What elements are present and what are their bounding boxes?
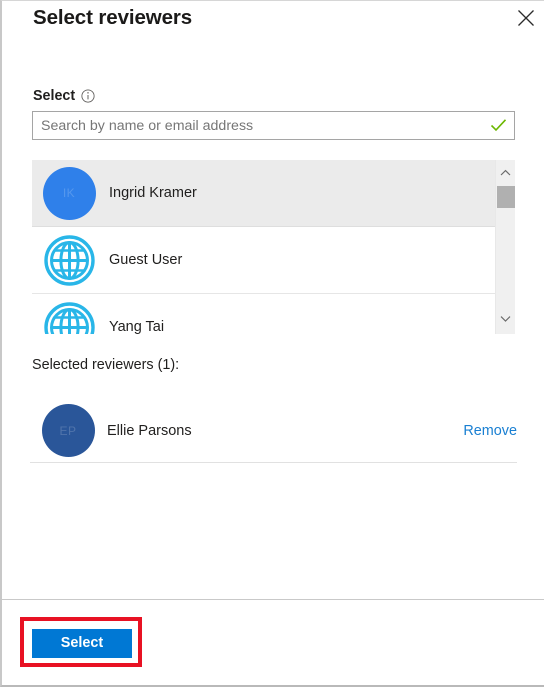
avatar-photo: EP xyxy=(41,404,95,457)
globe-icon xyxy=(43,301,95,334)
people-results-scrollarea: IK Ingrid Kramer Guest User Yang Tai xyxy=(32,160,495,334)
avatar xyxy=(32,301,106,334)
avatar: EP xyxy=(30,404,106,457)
avatar xyxy=(32,234,106,287)
list-item-label: Yang Tai xyxy=(109,319,165,334)
list-item-label: Guest User xyxy=(109,252,183,268)
search-box[interactable] xyxy=(32,111,515,140)
page-title: Select reviewers xyxy=(33,6,193,29)
scrollbar-thumb[interactable] xyxy=(497,186,515,208)
select-field-label: Select xyxy=(33,88,76,104)
chevron-down-icon[interactable] xyxy=(496,309,515,328)
check-icon xyxy=(490,119,507,132)
footer-divider xyxy=(2,599,544,600)
avatar: IK xyxy=(32,166,106,220)
select-field-label-row: Select xyxy=(33,87,95,105)
select-reviewers-panel: Select reviewers Select Search by name o… xyxy=(0,0,544,687)
avatar-photo: IK xyxy=(42,166,96,220)
results-scrollbar[interactable] xyxy=(495,160,515,334)
avatar-initials: EP xyxy=(59,423,77,438)
globe-icon xyxy=(43,234,95,286)
selected-reviewers-heading: Selected reviewers (1): xyxy=(32,357,180,373)
remove-reviewer-link[interactable]: Remove xyxy=(463,423,517,439)
info-circle-icon[interactable] xyxy=(81,89,95,103)
search-input[interactable] xyxy=(33,112,485,139)
select-button[interactable]: Select xyxy=(32,629,132,658)
selected-reviewers-list: EP Ellie Parsons Remove xyxy=(30,399,517,463)
people-results-list: IK Ingrid Kramer Guest User Yang Tai xyxy=(32,160,515,334)
list-item-label: Ingrid Kramer xyxy=(109,185,197,201)
list-item: EP Ellie Parsons Remove xyxy=(30,399,517,463)
list-item[interactable]: Guest User xyxy=(32,227,495,294)
list-item[interactable]: Yang Tai xyxy=(32,294,495,334)
list-item[interactable]: IK Ingrid Kramer xyxy=(32,160,495,227)
panel-header: Select reviewers xyxy=(2,1,544,61)
chevron-up-icon[interactable] xyxy=(496,163,515,182)
avatar-initials: IK xyxy=(62,186,76,200)
close-icon[interactable] xyxy=(510,3,542,33)
list-item-label: Ellie Parsons xyxy=(107,422,192,439)
